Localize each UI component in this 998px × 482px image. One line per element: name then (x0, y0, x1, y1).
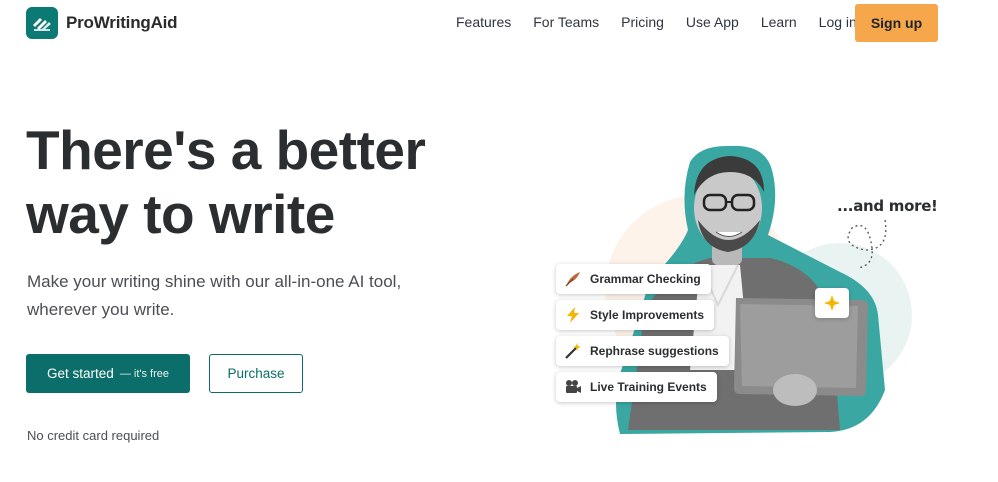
sparkle-badge (815, 288, 849, 318)
hero-headline-line-1: There's a better (26, 119, 426, 181)
get-started-label: Get started (47, 366, 114, 381)
nav-link-pricing[interactable]: Pricing (621, 14, 664, 30)
lightning-icon (564, 306, 582, 324)
purchase-button[interactable]: Purchase (209, 354, 303, 393)
hero-subheading: Make your writing shine with our all-in-… (27, 268, 427, 324)
feature-pill-live-training-events: Live Training Events (556, 372, 717, 402)
nav-link-log-in[interactable]: Log in (819, 14, 857, 30)
no-credit-card-note: No credit card required (27, 428, 160, 443)
feature-pill-style-improvements: Style Improvements (556, 300, 715, 330)
hero-headline-line-2: way to write (26, 183, 335, 245)
feature-pill-rephrase-suggestions: Rephrase suggestions (556, 336, 729, 366)
nav-link-features[interactable]: Features (456, 14, 511, 30)
and-more-label: ...and more! (837, 197, 938, 215)
sparkle-icon (824, 295, 840, 311)
feature-pill-grammar-checking: Grammar Checking (556, 264, 711, 294)
hero-subheading-line-2: wherever you write. (27, 300, 175, 319)
brand-logo[interactable]: ProWritingAid (26, 7, 178, 39)
nav-link-for-teams[interactable]: For Teams (533, 14, 599, 30)
feature-label: Style Improvements (590, 308, 705, 322)
get-started-button[interactable]: Get started — it's free (26, 354, 190, 393)
main-nav: Features For Teams Pricing Use App Learn… (456, 14, 879, 30)
feature-label: Rephrase suggestions (590, 344, 719, 358)
hero-headline: There's a better way to write (26, 118, 446, 246)
sign-up-button[interactable]: Sign up (855, 4, 938, 42)
prowritingaid-logo-icon (26, 7, 58, 39)
feature-label: Live Training Events (590, 380, 707, 394)
nav-link-learn[interactable]: Learn (761, 14, 797, 30)
feature-label: Grammar Checking (590, 272, 701, 286)
quill-icon (564, 270, 582, 288)
nav-link-use-app[interactable]: Use App (686, 14, 739, 30)
brand-name: ProWritingAid (66, 13, 178, 32)
hero-subheading-line-1: Make your writing shine with our all-in-… (27, 272, 402, 291)
site-header: ProWritingAid Features For Teams Pricing… (0, 0, 998, 48)
get-started-sublabel: — it's free (119, 367, 169, 380)
magic-wand-icon (564, 342, 582, 360)
video-camera-icon (564, 378, 582, 396)
